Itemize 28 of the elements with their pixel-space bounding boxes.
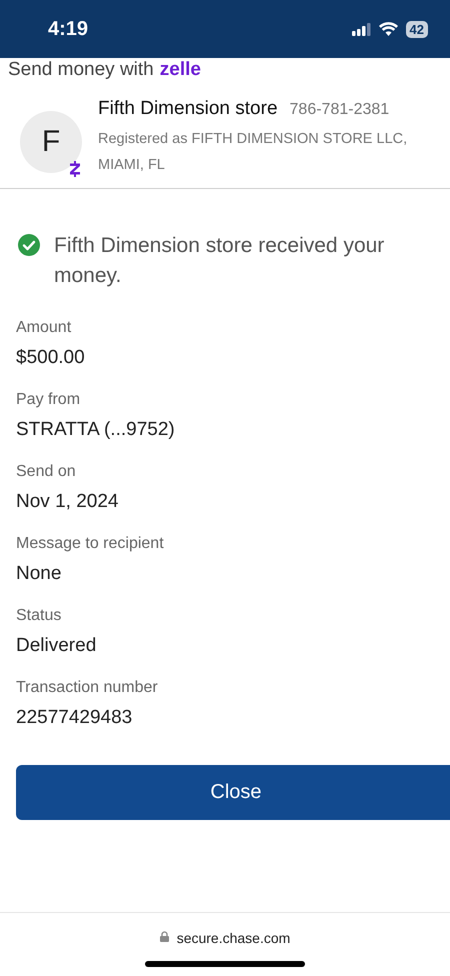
signal-icon: [352, 22, 372, 36]
detail-label: Status: [16, 607, 62, 625]
detail-label: Message to recipient: [16, 535, 165, 553]
detail-value: $500.00: [16, 347, 86, 369]
clock-time: 4:19: [48, 18, 88, 40]
detail-label: Send on: [16, 463, 77, 481]
zelle-badge-icon: [70, 161, 80, 177]
detail-label: Amount: [16, 319, 72, 337]
detail-label: Transaction number: [16, 679, 159, 697]
recipient-phone: 786-781-2381: [290, 101, 390, 119]
detail-value: Delivered: [16, 635, 98, 657]
battery-level: 42: [406, 20, 428, 38]
recipient-name: Fifth Dimension store: [98, 98, 278, 120]
detail-value: STRATTA (...9752): [16, 419, 176, 441]
detail-value: Nov 1, 2024: [16, 491, 120, 513]
zelle-logo: zelle: [160, 60, 201, 80]
url-text[interactable]: secure.chase.com: [176, 930, 290, 946]
detail-value: None: [16, 563, 62, 585]
avatar: F: [20, 111, 82, 173]
success-check-icon: [18, 234, 40, 256]
confirmation-message: Fifth Dimension store received your money.: [54, 233, 386, 289]
registration-text: Registered as FIFTH DIMENSION STORE LLC, MIAMI, FL: [98, 130, 408, 175]
close-button[interactable]: Close: [16, 765, 450, 820]
detail-value: 22577429483: [16, 707, 134, 729]
wifi-icon: [378, 22, 398, 36]
detail-label: Pay from: [16, 391, 82, 409]
lock-icon: [160, 931, 169, 942]
header-title: Send money with: [8, 60, 154, 80]
